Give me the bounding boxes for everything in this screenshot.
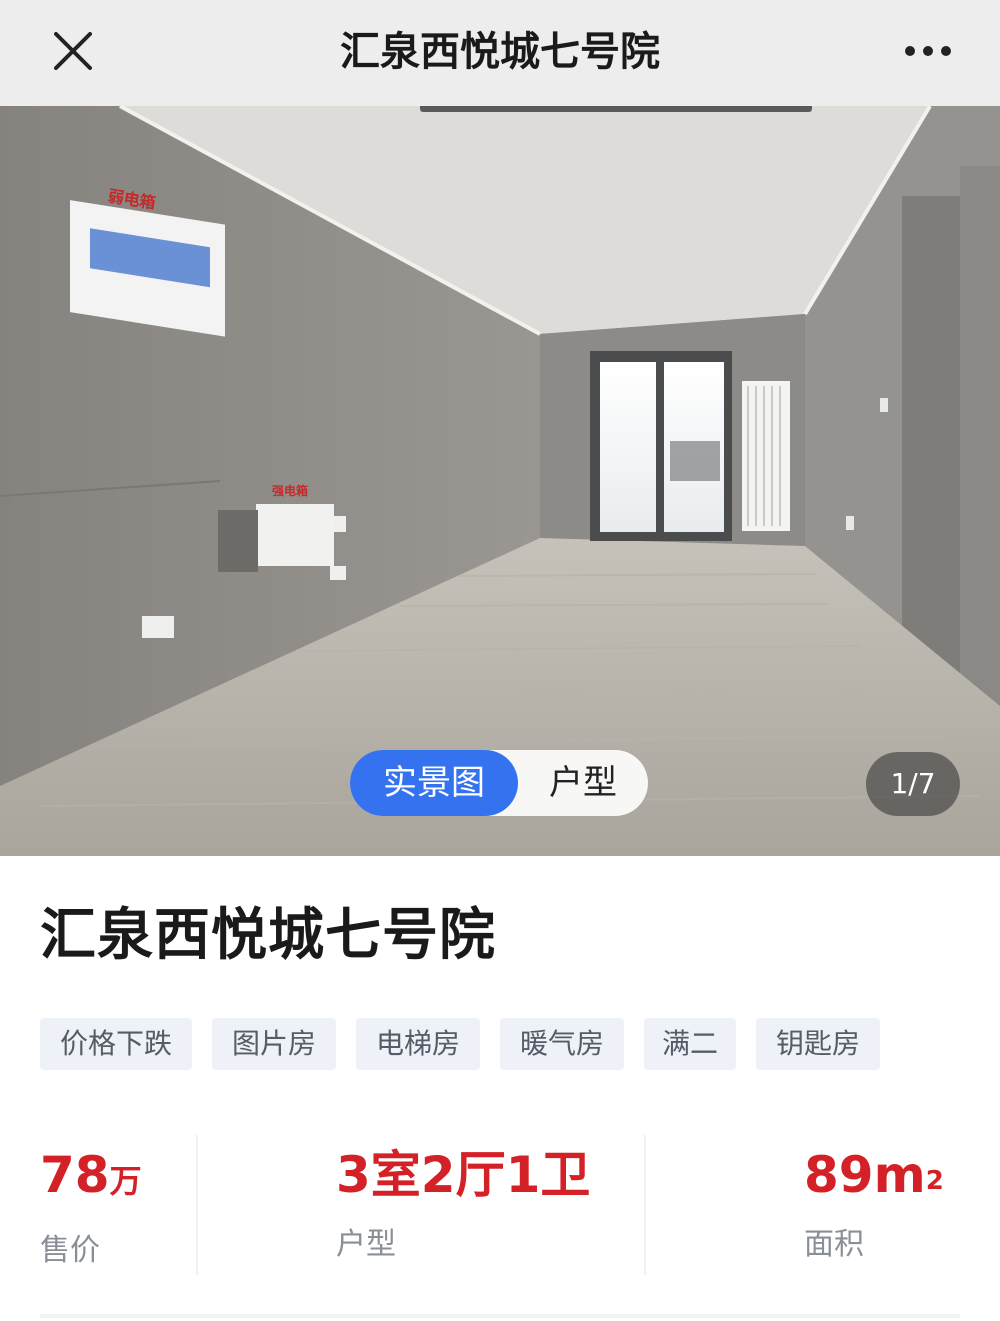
stat-price: 78万 售价 — [40, 1135, 142, 1281]
tag-over-two-years: 满二 — [644, 1018, 736, 1070]
tag-price-drop: 价格下跌 — [40, 1018, 192, 1070]
stat-area: 89m2 面积 — [804, 1135, 944, 1275]
photo-type-toggle: 实景图 户型 — [350, 750, 648, 816]
listing-title: 汇泉西悦城七号院 — [40, 903, 496, 968]
close-icon[interactable] — [48, 26, 98, 76]
key-stats: 78万 售价 3室2厅1卫 户型 89m2 面积 — [0, 1135, 1000, 1275]
photo-handle — [420, 106, 812, 112]
tag-elevator: 电梯房 — [356, 1018, 480, 1070]
tag-photo-house: 图片房 — [212, 1018, 336, 1070]
room-photo — [0, 106, 1000, 856]
tag-heating: 暖气房 — [500, 1018, 624, 1070]
tag-key-available: 钥匙房 — [756, 1018, 880, 1070]
stat-layout: 3室2厅1卫 户型 — [336, 1135, 590, 1275]
more-dots-icon[interactable] — [900, 34, 960, 68]
layout-value: 3室2厅1卫 — [336, 1146, 591, 1204]
area-value: 89m2 — [804, 1146, 944, 1204]
wall-label-strong: 强电箱 — [272, 484, 309, 498]
photo-counter: 1/7 — [866, 752, 960, 816]
stat-divider — [644, 1135, 646, 1275]
area-label: 面积 — [804, 1227, 864, 1262]
section-divider — [40, 1314, 960, 1318]
tab-floor-plan[interactable]: 户型 — [518, 750, 648, 816]
layout-label: 户型 — [336, 1227, 396, 1262]
stat-divider — [196, 1135, 198, 1275]
tab-real-photo[interactable]: 实景图 — [350, 750, 518, 816]
price-value: 78万 — [40, 1146, 142, 1204]
page-title: 汇泉西悦城七号院 — [340, 29, 660, 75]
price-label: 售价 — [40, 1233, 100, 1268]
navbar: 汇泉西悦城七号院 — [0, 0, 1000, 106]
listing-photo[interactable]: 弱电箱 强电箱 实景图 户型 1/7 — [0, 106, 1000, 856]
